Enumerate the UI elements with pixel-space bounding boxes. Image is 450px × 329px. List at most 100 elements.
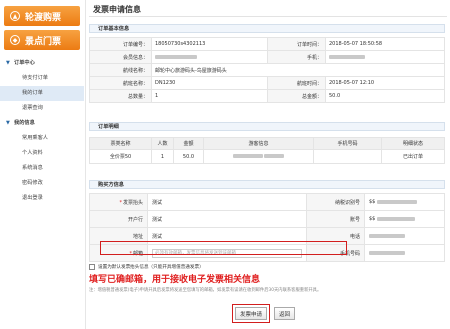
main-content: 发票申请信息 订单基本信息 订单编号： 18050730s4302113 订单时…: [89, 2, 447, 327]
default-title-row: 设置为默认发票抬头信息（只能开具增值普通发票）: [89, 264, 204, 270]
sidebar-item-my-info[interactable]: ▼ 我的信息: [0, 116, 84, 131]
triangle-down-icon: ▼: [6, 60, 10, 66]
sidebar-item-order-center[interactable]: ▼ 订单中心: [0, 56, 84, 71]
sidebar-item-logout[interactable]: 退出登录: [0, 191, 84, 206]
flight-value: DN1230: [151, 76, 268, 90]
ticket-icon: ◆: [10, 35, 20, 45]
total-label: 总数量：: [89, 89, 152, 103]
ticket-count: 1: [151, 149, 174, 164]
sidebar-item-label: 退票查询: [22, 105, 43, 111]
flight-label: 航班名称：: [89, 76, 152, 90]
taxid-label: 纳税识别号: [306, 193, 365, 211]
sidebar-item-label: 待支付订单: [22, 75, 48, 81]
order-no-label: 订单编号：: [89, 37, 152, 51]
email-highlight-box: [100, 241, 347, 255]
ferry-ticket-button[interactable]: ▲ 轮渡购票: [4, 6, 80, 26]
member-label: 会员信息：: [89, 50, 152, 64]
total-value: 1: [151, 89, 268, 103]
ticket-amount: 50.0: [173, 149, 204, 164]
sidebar-item-refund[interactable]: 退票查询: [0, 101, 84, 116]
invoice-title-label-text: 发票抬头: [122, 199, 143, 206]
depart-label: 航班时间：: [267, 76, 326, 90]
invoice-title-label: *发票抬头: [89, 193, 148, 211]
buyer-section-header: 购买方信息: [89, 180, 445, 189]
mobile-label: 手机：: [267, 50, 326, 64]
sidebar-item-label: 退出登录: [22, 195, 43, 201]
tickets-table: 票类名称 人数 金额 游客信息 手机号码 明细状态 全价票50 1 50.0 已…: [89, 137, 445, 164]
col-ticket-type: 票类名称: [89, 137, 152, 150]
ticket-mobile: [313, 149, 382, 164]
mobile-value: [325, 50, 445, 64]
submit-highlight-box: 发票申请: [232, 304, 271, 323]
triangle-down-icon: ▼: [6, 120, 10, 126]
col-status: 明细状态: [381, 137, 445, 150]
depart-value: 2018-05-07 12:10: [325, 76, 445, 90]
ticket-visitor: [203, 149, 314, 164]
sidebar-menu: ▼ 订单中心 待支付订单 我的订单 退票查询 ▼ 我的信息 常用乘客人 个人资料 系…: [0, 56, 84, 206]
redacted-block: [155, 54, 197, 59]
app-root: ▲ 轮渡购票 ◆ 景点门票 ▼ 订单中心 待支付订单 我的订单 退票查询 ▼ 我的信…: [0, 0, 450, 329]
order-info-table: 订单编号： 18050730s4302113 订单时间： 2018-05-07 …: [89, 37, 445, 103]
redacted-block: [376, 199, 417, 204]
tickets-section-header: 订单明细: [89, 122, 445, 131]
sidebar-item-password[interactable]: 密码修改: [0, 176, 84, 191]
redacted-block: [264, 154, 285, 158]
taxid-value: $$: [369, 199, 376, 205]
sidebar-item-unpaid[interactable]: 待支付订单: [0, 71, 84, 86]
sidebar-item-my-orders[interactable]: 我的订单: [0, 86, 84, 101]
sidebar-item-label: 订单中心: [14, 60, 35, 66]
route-value: 邮轮中心旅游码头-鸟屋旅游码头: [151, 63, 445, 77]
sidebar-item-messages[interactable]: 系统消息: [0, 161, 84, 176]
order-section-header: 订单基本信息: [89, 24, 445, 33]
default-title-checkbox[interactable]: [89, 264, 95, 270]
back-button[interactable]: 返回: [274, 307, 296, 320]
sidebar-item-profile[interactable]: 个人资料: [0, 146, 84, 161]
sidebar: ▲ 轮渡购票 ◆ 景点门票 ▼ 订单中心 待支付订单 我的订单 退票查询 ▼ 我的信…: [0, 0, 86, 329]
annotation-text: 填写已确邮箱，用于接收电子发票相关信息: [89, 275, 261, 285]
taxid-field[interactable]: $$: [364, 193, 445, 211]
ship-icon: ▲: [10, 11, 20, 21]
phone-field[interactable]: [364, 227, 445, 245]
col-amount: 金额: [173, 137, 204, 150]
bank-field[interactable]: 测试: [147, 210, 307, 228]
member-value: [151, 50, 268, 64]
redacted-block: [376, 216, 415, 221]
sidebar-item-label: 我的订单: [22, 90, 43, 96]
sidebar-item-label: 个人资料: [22, 150, 43, 156]
redacted-block: [329, 54, 365, 59]
total-amount-label: 总金额：: [267, 89, 326, 103]
col-visitor: 游客信息: [203, 137, 314, 150]
sidebar-item-passengers[interactable]: 常用乘客人: [0, 131, 84, 146]
order-no-value: 18050730s4302113: [151, 37, 268, 51]
redacted-block: [369, 250, 405, 255]
ticket-status: 已出订单: [381, 149, 445, 164]
total-amount-value: 50.0: [325, 89, 445, 103]
order-time-label: 订单时间：: [267, 37, 326, 51]
bank-label: 开户行: [89, 210, 148, 228]
scenic-ticket-label: 景点门票: [25, 36, 62, 47]
action-buttons: 发票申请 返回: [232, 304, 296, 323]
route-label: 航线名称：: [89, 63, 152, 77]
sidebar-item-label: 密码修改: [22, 180, 43, 186]
account-value: $$: [369, 216, 376, 222]
ticket-name: 全价票50: [89, 149, 152, 164]
redacted-block: [232, 154, 263, 158]
scenic-ticket-button[interactable]: ◆ 景点门票: [4, 30, 80, 50]
order-time-value: 2018-05-07 18:50:58: [325, 37, 445, 51]
col-count: 人数: [151, 137, 174, 150]
table-row: 全价票50 1 50.0 已出订单: [89, 149, 445, 164]
redacted-block: [369, 233, 405, 238]
account-label: 账号: [306, 210, 365, 228]
default-title-label: 设置为默认发票抬头信息（只能开具增值普通发票）: [98, 265, 204, 270]
col-mobile: 手机号码: [313, 137, 382, 150]
sidebar-item-label: 常用乘客人: [22, 135, 48, 141]
account-field[interactable]: $$: [364, 210, 445, 228]
sidebar-item-label: 我的信息: [14, 120, 35, 126]
submit-invoice-button[interactable]: 发票申请: [235, 307, 268, 320]
page-title: 发票申请信息: [89, 2, 447, 17]
buyer-mobile-field[interactable]: [364, 244, 445, 262]
invoice-title-field[interactable]: 测试: [147, 193, 307, 211]
sidebar-item-label: 系统消息: [22, 165, 43, 171]
invoice-note: 注：增值税普通发票(电子)申请开具后发票将发送至您填写的邮箱，如发票有误请在收到…: [89, 288, 322, 293]
ferry-ticket-label: 轮渡购票: [25, 12, 62, 23]
